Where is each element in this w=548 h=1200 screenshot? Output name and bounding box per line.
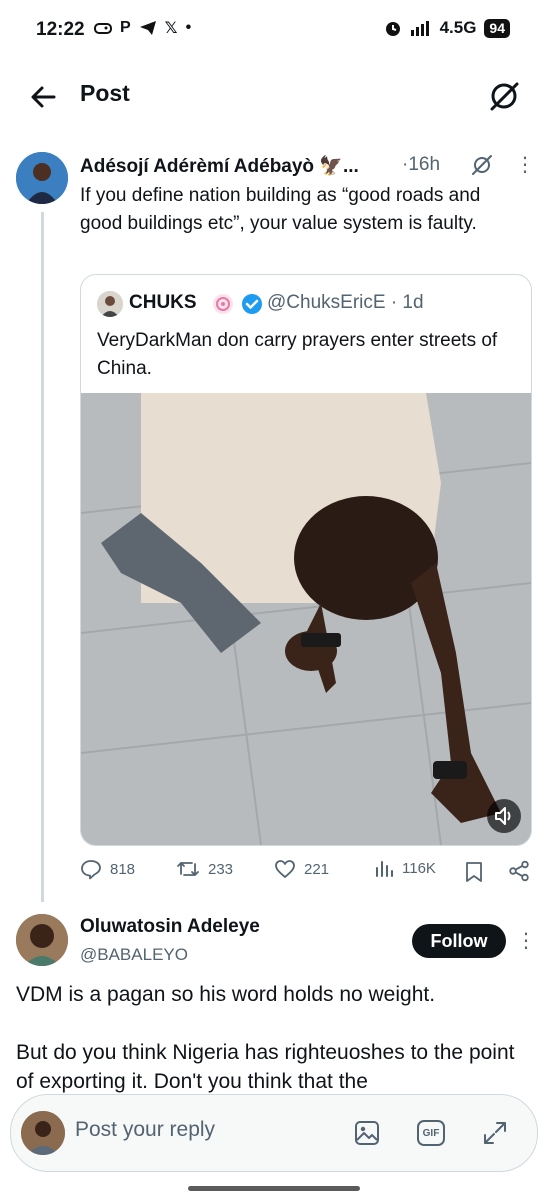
share-icon[interactable]	[508, 860, 530, 882]
back-arrow-icon[interactable]	[26, 80, 60, 114]
repost-count: 233	[208, 860, 234, 878]
avatar-person-icon	[16, 152, 68, 204]
quote-text: VeryDarkMan don carry prayers enter stre…	[97, 330, 498, 379]
reply-composer: GIF	[10, 1094, 538, 1172]
verified-badge-icon	[242, 294, 262, 314]
bookmark-icon[interactable]	[464, 861, 484, 883]
quote-handle: @ChuksEricE · 1d	[267, 292, 424, 313]
home-indicator	[188, 1186, 360, 1191]
reply-author-name[interactable]: Oluwatosin Adeleye	[80, 916, 260, 938]
views-action[interactable]: 116K	[374, 858, 436, 878]
sound-toggle[interactable]	[487, 799, 521, 833]
speaker-muted-icon	[495, 807, 511, 825]
like-count: 221	[304, 860, 330, 878]
avatar-person-icon	[21, 1111, 65, 1155]
quote-avatar	[97, 291, 123, 317]
repost-action[interactable]: 233	[176, 858, 233, 880]
views-count: 116K	[402, 859, 436, 877]
views-chart-icon	[376, 861, 393, 877]
heart-icon	[275, 860, 295, 878]
avatar-person-icon	[16, 914, 68, 966]
telegram-icon	[139, 21, 156, 35]
reply-paragraph-1: VDM is a pagan so his word holds no weig…	[16, 983, 436, 1006]
video-thumbnail[interactable]	[81, 392, 531, 845]
reply-author-avatar[interactable]	[16, 914, 68, 966]
image-icon[interactable]	[353, 1119, 381, 1147]
follow-button[interactable]: Follow	[412, 924, 506, 958]
grok-icon[interactable]	[486, 78, 522, 114]
top-bar: Post	[0, 62, 548, 134]
author-avatar[interactable]	[16, 152, 68, 204]
reply-count: 818	[110, 860, 136, 878]
avatar-person-icon	[97, 291, 123, 317]
like-action[interactable]: 221	[274, 858, 329, 880]
post-text: If you define nation building as “good r…	[80, 185, 481, 234]
p-app-icon: P	[120, 19, 131, 36]
gif-button[interactable]: GIF	[417, 1120, 445, 1146]
post-actions: 818 233 221 116K	[80, 858, 530, 888]
reply-action[interactable]: 818	[80, 858, 135, 880]
reply-input[interactable]	[75, 1118, 335, 1142]
my-avatar	[21, 1111, 65, 1155]
post-time: ·16h	[402, 154, 441, 175]
expand-icon[interactable]	[481, 1119, 509, 1147]
quoted-post[interactable]: CHUKS @ChuksEricE · 1d VeryDarkMan don c…	[80, 274, 532, 846]
more-options-icon[interactable]: ⋮	[515, 152, 535, 177]
swirl-emoji-icon	[213, 294, 233, 314]
status-time: 12:22	[36, 19, 85, 40]
battery-indicator: 94	[484, 18, 510, 38]
video-frame-image	[81, 392, 531, 845]
reply-author-handle: @BABALEYO	[80, 945, 188, 964]
reply-icon	[81, 860, 101, 880]
reply-paragraph-2: But do you think Nigeria has righteuoshe…	[16, 1041, 515, 1093]
grok-small-icon[interactable]	[470, 153, 494, 177]
network-type: 4.5G	[439, 18, 477, 37]
status-bar: 12:22 P 𝕏 • 4.5G 94	[0, 0, 548, 62]
game-controller-icon	[94, 23, 112, 34]
reply-more-options-icon[interactable]: ⋮	[516, 928, 536, 953]
repost-icon	[177, 862, 199, 876]
signal-icon	[410, 21, 429, 36]
alarm-icon	[385, 22, 400, 36]
quote-author-name: CHUKS	[129, 292, 197, 313]
thread-line	[41, 212, 44, 902]
x-app-icon: 𝕏	[164, 20, 178, 37]
dot-icon: •	[185, 19, 192, 36]
author-name[interactable]: Adésojí Adérèmí Adébayò 🦅...	[80, 154, 380, 178]
page-title: Post	[80, 80, 130, 106]
